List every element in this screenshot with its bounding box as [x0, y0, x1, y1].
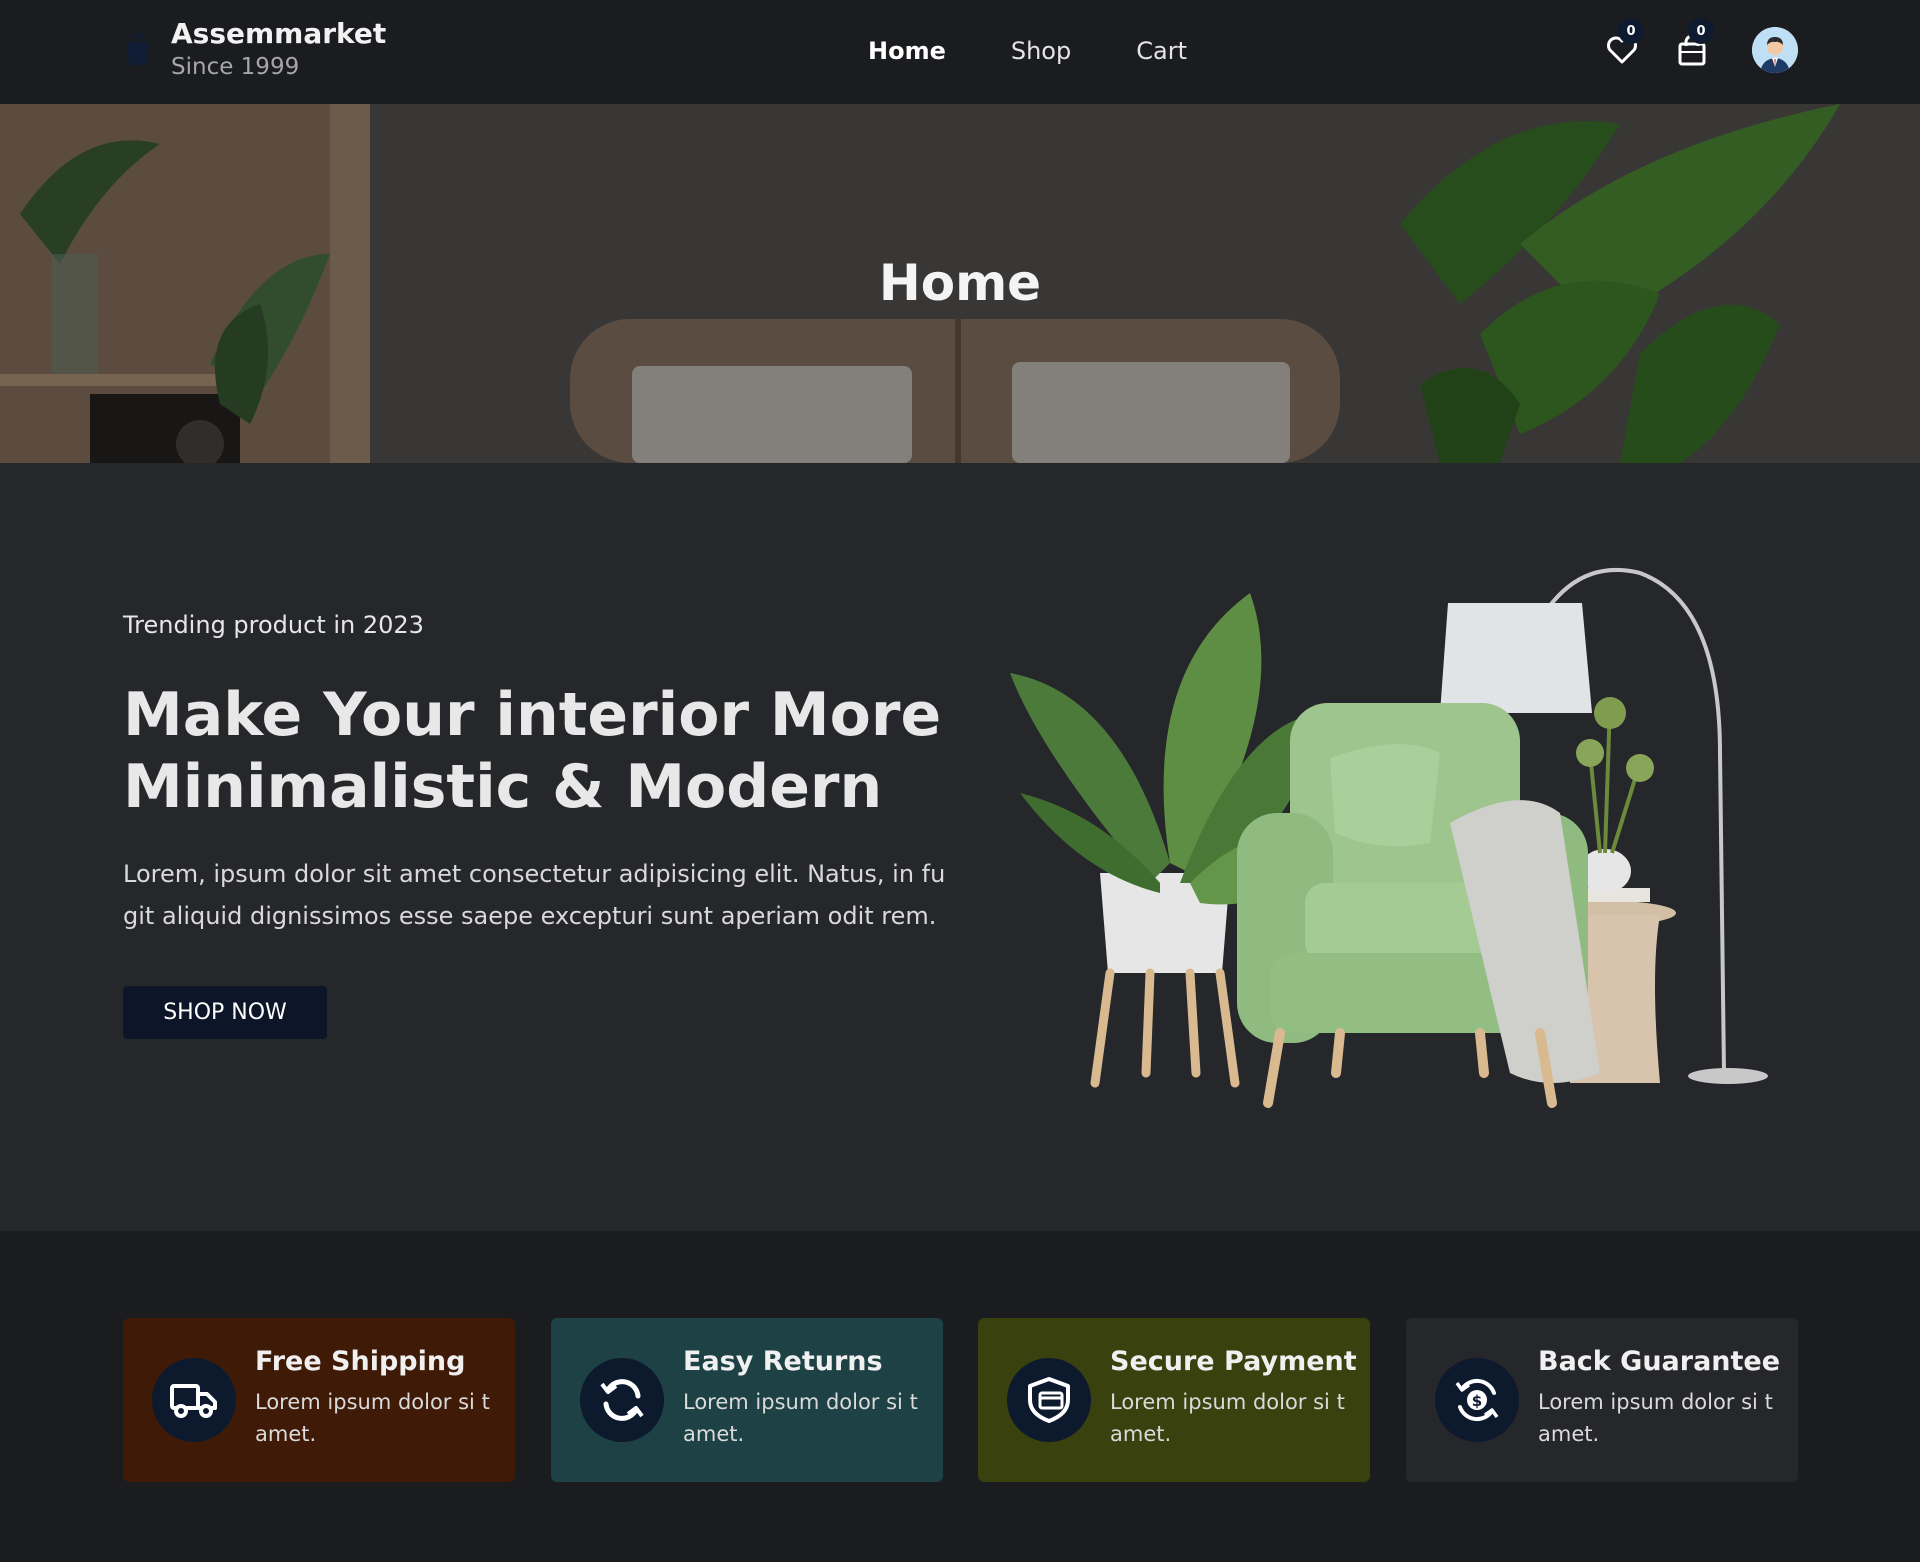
wishlist-count-badge: 0	[1618, 18, 1644, 44]
feature-title: Secure Payment	[1110, 1346, 1357, 1377]
feature-text: Lorem ipsum dolor si t amet.	[683, 1390, 918, 1446]
secure-card-icon	[1028, 1377, 1070, 1423]
hero-title: Make Your interior More Minimalistic & M…	[123, 680, 942, 822]
page-banner: Home	[0, 104, 1920, 463]
features-section: Free Shipping Lorem ipsum dolor si t ame…	[0, 1231, 1920, 1562]
armchair-product-image	[1010, 567, 1768, 1108]
nav-shop[interactable]: Shop	[1011, 34, 1071, 68]
feature-title: Free Shipping	[255, 1346, 466, 1377]
feature-text: Lorem ipsum dolor si t amet.	[1538, 1390, 1773, 1446]
brand-name: Assemmarket	[171, 17, 387, 50]
feature-title: Easy Returns	[683, 1346, 883, 1377]
refresh-icon	[600, 1379, 644, 1421]
wishlist-button[interactable]: 0	[1602, 18, 1644, 74]
user-avatar[interactable]	[1752, 27, 1798, 73]
logo[interactable]: Assemmarket Since 1999	[123, 16, 386, 82]
feature-icon-circle: $	[1435, 1358, 1519, 1442]
feature-card-secure-payment: Secure Payment Lorem ipsum dolor si t am…	[978, 1318, 1370, 1482]
feature-text: Lorem ipsum dolor si t amet.	[255, 1390, 490, 1446]
money-back-icon: $	[1455, 1378, 1499, 1422]
hero-description: Lorem, ipsum dolor sit amet consectetur …	[123, 860, 946, 930]
nav-cart[interactable]: Cart	[1136, 34, 1187, 68]
cart-button[interactable]: 0	[1672, 18, 1714, 74]
user-avatar-icon	[1752, 27, 1798, 73]
truck-icon	[170, 1384, 217, 1418]
shopping-bag-icon	[127, 32, 149, 65]
page-title: Home	[878, 254, 1042, 312]
svg-text:$: $	[1472, 1392, 1482, 1410]
feature-text: Lorem ipsum dolor si t amet.	[1110, 1390, 1345, 1446]
feature-icon-circle	[580, 1358, 664, 1442]
feature-card-back-guarantee: $ Back Guarantee Lorem ipsum dolor si t …	[1406, 1318, 1798, 1482]
cart-count-badge: 0	[1688, 18, 1714, 44]
feature-title: Back Guarantee	[1538, 1346, 1781, 1377]
hero-subtitle: Trending product in 2023	[123, 611, 424, 639]
header-actions: 0 0	[1602, 18, 1798, 74]
feature-icon-circle	[1007, 1358, 1091, 1442]
feature-icon-circle	[152, 1358, 236, 1442]
feature-card-free-shipping: Free Shipping Lorem ipsum dolor si t ame…	[123, 1318, 515, 1482]
main-nav: Home Shop Cart	[868, 34, 1187, 68]
site-header: Assemmarket Since 1999 Home Shop Cart 0 …	[0, 0, 1920, 104]
nav-home[interactable]: Home	[868, 34, 946, 68]
shop-now-button[interactable]: SHOP NOW	[123, 986, 327, 1039]
feature-card-easy-returns: Easy Returns Lorem ipsum dolor si t amet…	[551, 1318, 943, 1482]
hero-section: Trending product in 2023 Make Your inter…	[0, 463, 1920, 1231]
brand-tagline: Since 1999	[171, 54, 300, 80]
